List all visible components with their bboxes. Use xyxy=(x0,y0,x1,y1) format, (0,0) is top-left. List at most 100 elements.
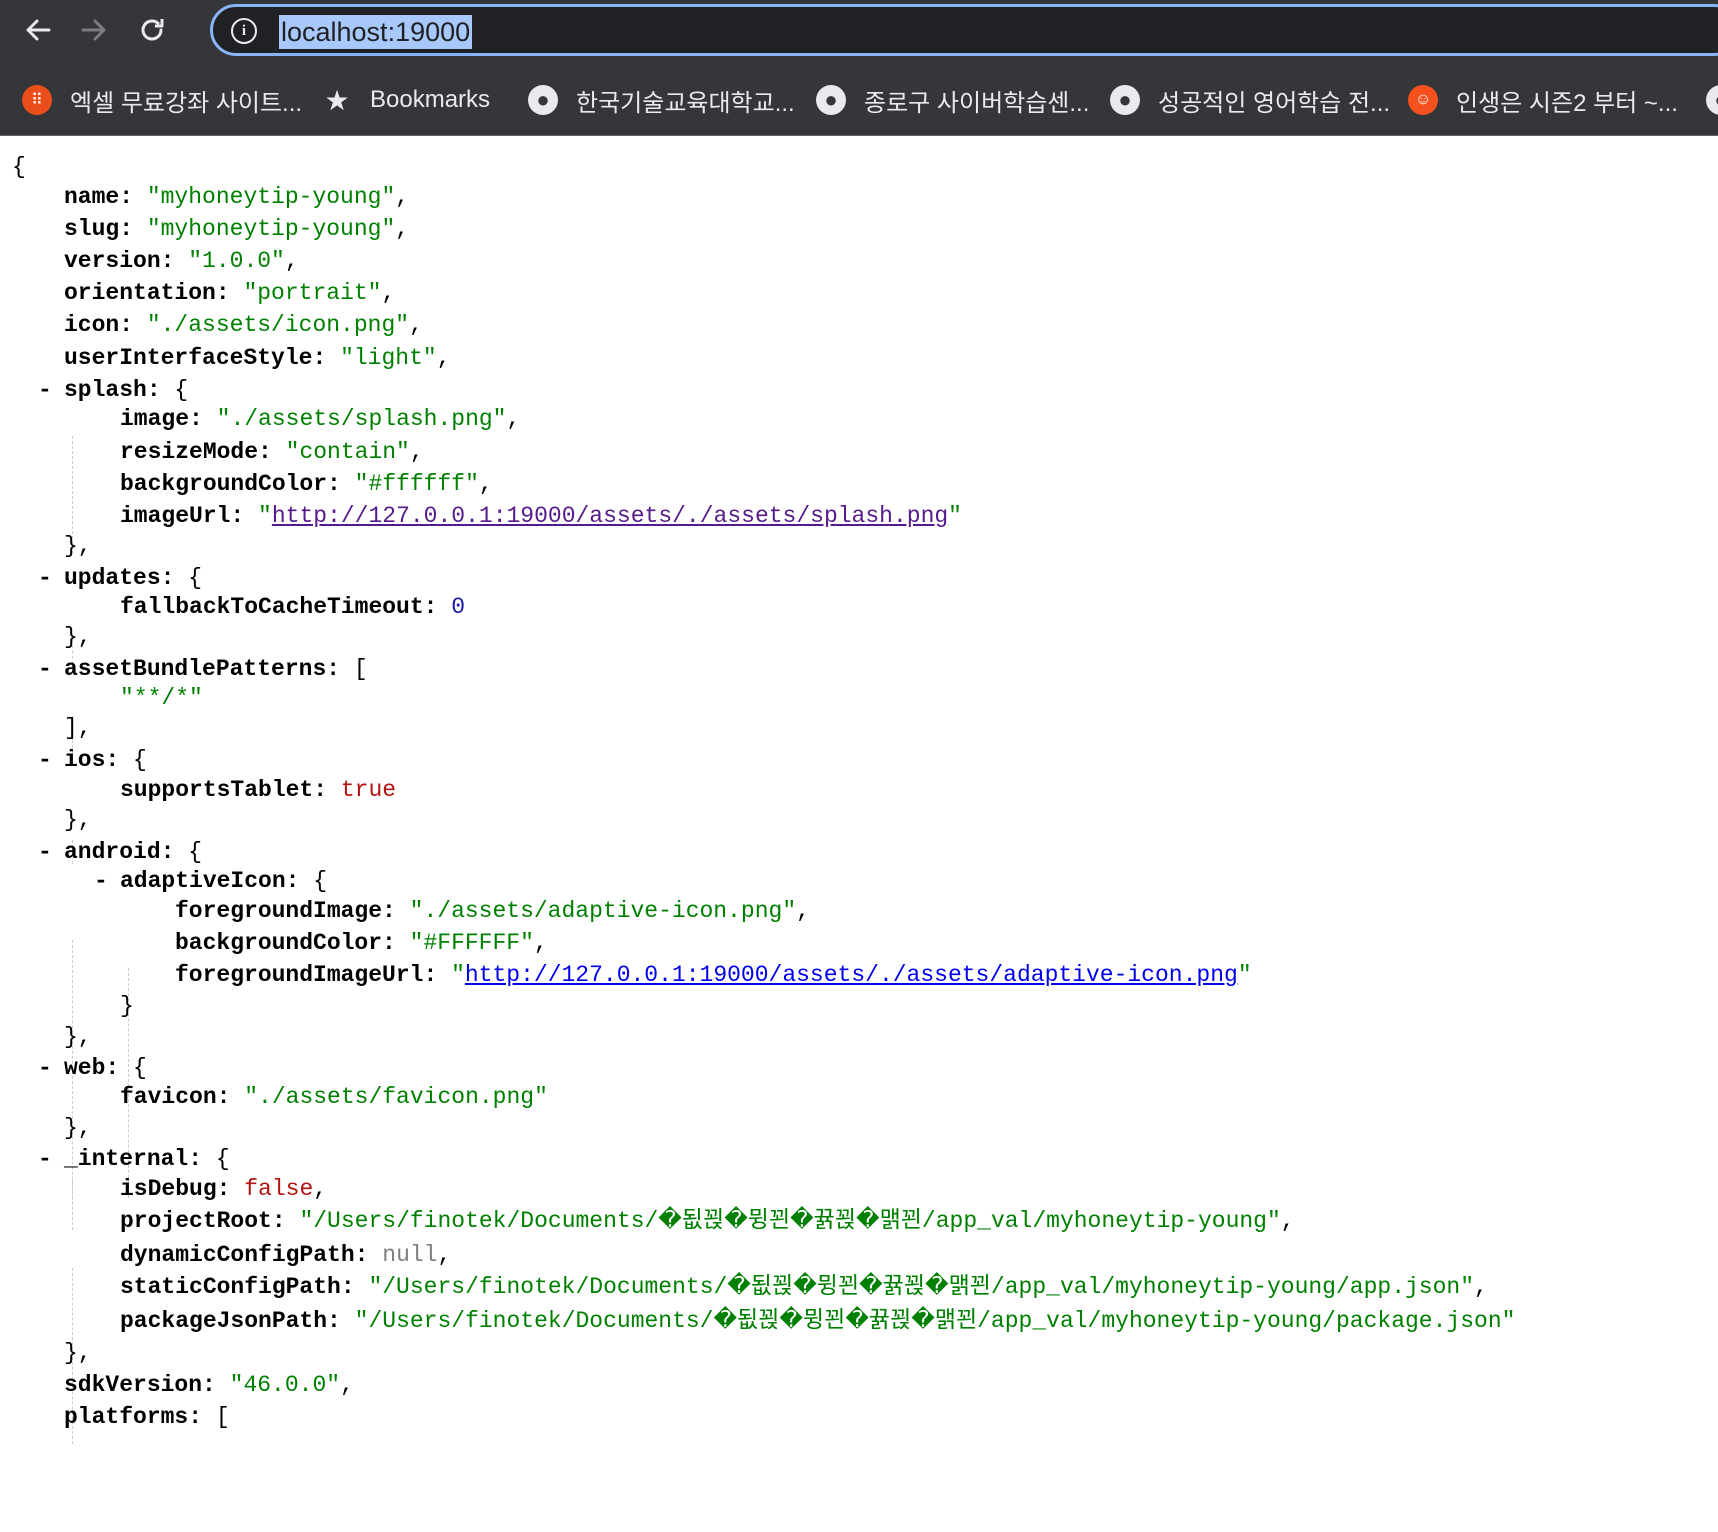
json-close: }, xyxy=(64,1115,92,1141)
json-row-root: projectRoot: "/Users/finotek/Documents/�… xyxy=(120,1208,1295,1234)
json-row-name: name: "myhoneytip-young", xyxy=(64,184,410,210)
json-key: staticConfigPath: xyxy=(120,1274,355,1300)
adaptive-icon-url-link[interactable]: http://127.0.0.1:19000/assets/./assets/a… xyxy=(465,962,1238,988)
arrow-right-icon xyxy=(81,19,106,41)
json-number: 0 xyxy=(451,594,466,620)
browser-toolbar: i localhost:19000 xyxy=(0,0,1718,63)
splash-url-link[interactable]: http://127.0.0.1:19000/assets/./assets/s… xyxy=(272,503,948,529)
info-icon[interactable]: i xyxy=(231,18,257,44)
bookmark-overflow[interactable]: ● xyxy=(1706,83,1718,117)
bookmark-label: Bookmarks xyxy=(370,86,491,113)
json-row-web: web: { xyxy=(64,1055,147,1081)
json-string: "#FFFFFF" xyxy=(409,930,534,956)
json-string: "contain" xyxy=(285,439,410,465)
json-row-ios: ios: { xyxy=(64,747,147,773)
json-row-version: version: "1.0.0", xyxy=(64,248,299,274)
reload-button[interactable] xyxy=(130,8,174,52)
globe-icon: ● xyxy=(1706,85,1718,115)
json-string: "./assets/icon.png" xyxy=(146,312,410,338)
json-null: null xyxy=(382,1242,438,1268)
json-key: foregroundImageUrl: xyxy=(175,962,438,988)
bookmark-label: 성공적인 영어학습 전... xyxy=(1158,89,1391,117)
bookmark-folder[interactable]: ★ Bookmarks xyxy=(322,83,490,117)
json-close: }, xyxy=(64,624,92,650)
json-key: _internal: xyxy=(64,1146,203,1172)
collapse-toggle-splash[interactable]: - xyxy=(38,375,56,405)
bookmark-koreatech[interactable]: ● 한국기술교육대학교... xyxy=(528,83,795,117)
json-row-platforms: platforms: [ xyxy=(64,1404,230,1430)
json-close: }, xyxy=(64,1340,92,1366)
json-key: resizeMode: xyxy=(120,439,272,465)
json-key: slug: xyxy=(64,216,134,242)
json-string: "**/*" xyxy=(120,685,203,711)
json-close: }, xyxy=(64,1024,92,1050)
json-string: "/Users/finotek/Documents/�됪꾅�뮝꾄�뀱꾅�맭꾄/a… xyxy=(368,1274,1475,1300)
address-bar[interactable]: i localhost:19000 xyxy=(210,4,1718,56)
json-key: platforms: xyxy=(64,1404,203,1430)
json-row-android: android: { xyxy=(64,839,203,865)
json-row-fg: foregroundImage: "./assets/adaptive-icon… xyxy=(175,898,810,924)
json-row-sdk: sdkVersion: "46.0.0", xyxy=(64,1372,354,1398)
json-boolean: false xyxy=(244,1176,314,1202)
json-string: "/Users/finotek/Documents/�됪꾅�뮝꾄�뀱꾅�맭꾄/a… xyxy=(354,1308,1516,1334)
json-key: imageUrl: xyxy=(120,503,245,529)
collapse-toggle-abp[interactable]: - xyxy=(38,654,56,684)
json-row-pjp: packageJsonPath: "/Users/finotek/Documen… xyxy=(120,1306,1515,1336)
json-key: orientation: xyxy=(64,280,230,306)
json-close: }, xyxy=(64,807,92,833)
json-string: "portrait" xyxy=(243,280,382,306)
json-close: }, xyxy=(64,533,92,559)
json-key: dynamicConfigPath: xyxy=(120,1242,369,1268)
json-row-abp: assetBundlePatterns: [ xyxy=(64,656,368,682)
json-row-bg: backgroundColor: "#ffffff", xyxy=(120,471,493,497)
url-text[interactable]: localhost:19000 xyxy=(279,15,473,49)
json-row-fgurl: foregroundImageUrl: "http://127.0.0.1:19… xyxy=(175,962,1252,988)
json-row-scp: staticConfigPath: "/Users/finotek/Docume… xyxy=(120,1274,1488,1300)
json-key: updates: xyxy=(64,565,175,591)
json-close: } xyxy=(120,993,134,1019)
json-key: version: xyxy=(64,248,175,274)
collapse-toggle-adaptive[interactable]: - xyxy=(94,866,112,896)
json-string: "light" xyxy=(340,345,437,371)
bookmark-label: 엑셀 무료강좌 사이트... xyxy=(70,89,303,117)
json-string: "myhoneytip-young" xyxy=(146,184,396,210)
json-row-updates: updates: { xyxy=(64,565,203,591)
json-row-uis: userInterfaceStyle: "light", xyxy=(64,345,451,371)
json-string: "./assets/favicon.png" xyxy=(244,1084,548,1110)
collapse-toggle-web[interactable]: - xyxy=(38,1053,56,1083)
globe-icon: ● xyxy=(528,85,558,115)
json-row-orientation: orientation: "portrait", xyxy=(64,280,396,306)
json-key: splash: xyxy=(64,377,161,403)
bookmark-english[interactable]: ● 성공적인 영어학습 전... xyxy=(1110,83,1390,117)
face-icon: ☺ xyxy=(1408,85,1438,115)
json-key: foregroundImage: xyxy=(175,898,396,924)
json-row-resize: resizeMode: "contain", xyxy=(120,439,424,465)
json-key: image: xyxy=(120,406,203,432)
json-string: "1.0.0" xyxy=(188,248,285,274)
collapse-toggle-android[interactable]: - xyxy=(38,837,56,867)
bookmark-jongno[interactable]: ● 종로구 사이버학습센... xyxy=(816,83,1089,117)
json-boolean: true xyxy=(340,777,397,803)
back-button[interactable] xyxy=(16,8,60,52)
collapse-toggle-ios[interactable]: - xyxy=(38,745,56,775)
collapse-toggle-internal[interactable]: - xyxy=(38,1144,56,1174)
json-row-tablet: supportsTablet: true xyxy=(120,775,396,805)
star-icon: ★ xyxy=(324,84,350,116)
bookmark-label: 종로구 사이버학습센... xyxy=(864,89,1090,117)
json-key: sdkVersion: xyxy=(64,1372,216,1398)
forward-button[interactable] xyxy=(72,8,116,52)
json-key: assetBundlePatterns: xyxy=(64,656,341,682)
collapse-toggle-updates[interactable]: - xyxy=(38,563,56,593)
json-key: backgroundColor: xyxy=(120,471,341,497)
json-row-favicon: favicon: "./assets/favicon.png" xyxy=(120,1082,548,1112)
json-key: backgroundColor: xyxy=(175,930,396,956)
bookmark-excel[interactable]: ⠿ 엑셀 무료강좌 사이트... xyxy=(22,83,302,117)
json-string: "myhoneytip-young" xyxy=(146,216,396,242)
json-close: ], xyxy=(64,715,92,741)
globe-icon: ● xyxy=(816,85,846,115)
json-key: adaptiveIcon: xyxy=(120,868,300,894)
json-key: userInterfaceStyle: xyxy=(64,345,327,371)
bookmark-season2[interactable]: ☺ 인생은 시즌2 부터 ~... xyxy=(1408,83,1678,117)
json-row-slug: slug: "myhoneytip-young", xyxy=(64,216,410,242)
json-key: fallbackToCacheTimeout: xyxy=(120,594,438,620)
